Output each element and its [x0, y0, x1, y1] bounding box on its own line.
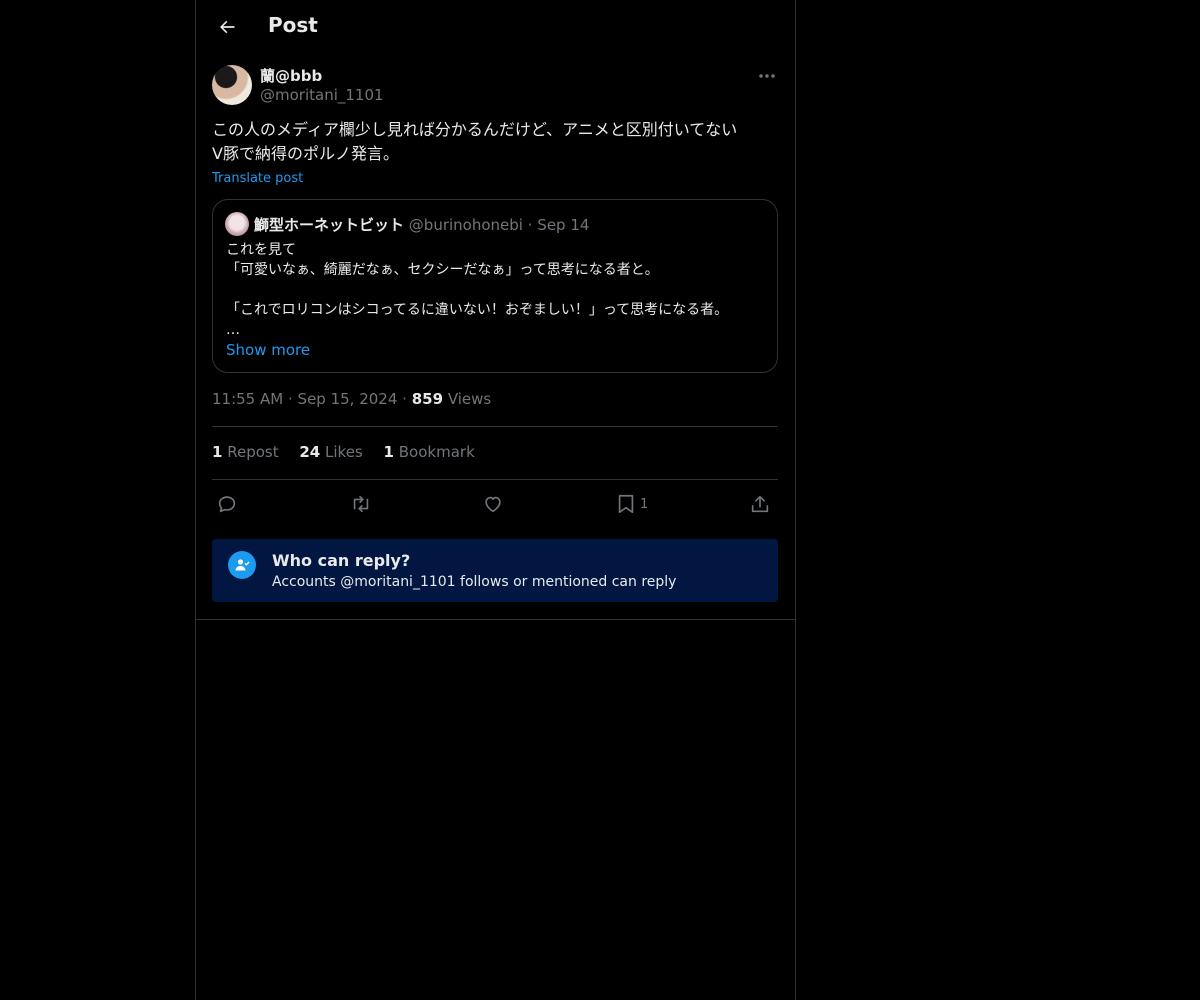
avatar[interactable] — [212, 65, 252, 105]
divider — [196, 619, 795, 620]
share-button[interactable] — [749, 492, 771, 516]
separator-dot: · — [287, 390, 293, 408]
separator-dot: · — [527, 216, 533, 234]
views-label: Views — [447, 390, 492, 408]
quoted-author-handle[interactable]: @burinohonebi — [409, 216, 523, 234]
more-options-button[interactable] — [755, 68, 779, 84]
repost-button[interactable] — [349, 492, 373, 516]
heart-icon — [485, 496, 501, 513]
translate-post-link[interactable]: Translate post — [212, 171, 303, 186]
post-time[interactable]: 11:55 AM — [212, 390, 283, 408]
page-header: Post — [196, 0, 795, 54]
likes-stat[interactable]: 24 Likes — [299, 443, 362, 461]
bookmarks-stat[interactable]: 1 Bookmark — [384, 443, 475, 461]
share-icon — [751, 495, 769, 513]
divider — [212, 479, 778, 480]
quoted-date[interactable]: Sep 14 — [537, 216, 589, 234]
post-stats: 1 Repost 24 Likes 1 Bookmark — [212, 443, 491, 461]
post-author: 蘭@bbb @moritani_1101 — [212, 64, 779, 108]
quoted-post[interactable]: 鰤型ホーネットビット @burinohonebi · Sep 14 これを見て … — [212, 199, 778, 373]
bookmarks-count: 1 — [383, 443, 394, 461]
back-button[interactable] — [212, 12, 242, 42]
mentioned-user-icon — [228, 551, 256, 579]
post-meta: 11:55 AM · Sep 15, 2024 · 859 Views — [212, 390, 491, 408]
reply-restriction-title: Who can reply? — [272, 551, 411, 570]
reposts-stat[interactable]: 1 Repost — [212, 443, 279, 461]
likes-count: 24 — [299, 443, 321, 461]
quoted-author-name[interactable]: 鰤型ホーネットビット — [254, 216, 404, 234]
author-handle[interactable]: @moritani_1101 — [260, 86, 384, 104]
reposts-label: Repost — [227, 443, 279, 461]
arrow-left-icon — [220, 20, 235, 34]
main-column: Post 蘭@bbb @moritani_1101 この人のメディア欄少し見れば… — [195, 0, 796, 1000]
reposts-count: 1 — [212, 443, 223, 461]
more-icon — [759, 74, 775, 78]
quoted-text: これを見て 「可愛いなぁ、綺麗だなぁ、セクシーだなぁ」って思考になる者と。 「こ… — [226, 242, 729, 338]
bookmark-icon — [618, 494, 634, 514]
reply-icon — [218, 496, 236, 513]
bookmarks-label: Bookmark — [398, 443, 475, 461]
like-button[interactable] — [482, 492, 504, 516]
author-name[interactable]: 蘭@bbb — [260, 65, 322, 86]
quoted-header: 鰤型ホーネットビット @burinohonebi · Sep 14 — [254, 214, 589, 235]
likes-label: Likes — [325, 443, 363, 461]
action-bar: 1 — [212, 489, 779, 519]
reply-restriction-subtitle: Accounts @moritani_1101 follows or menti… — [272, 574, 677, 590]
show-more-link[interactable]: Show more — [226, 341, 310, 359]
reply-restriction-banner: Who can reply? Accounts @moritani_1101 f… — [212, 539, 778, 602]
reply-button[interactable] — [216, 492, 238, 516]
post-date[interactable]: Sep 15, 2024 — [298, 390, 398, 408]
divider — [212, 426, 778, 427]
repost-icon — [353, 495, 369, 513]
bookmark-count: 1 — [640, 496, 649, 512]
views-count: 859 — [411, 390, 444, 408]
separator-dot: · — [402, 390, 407, 408]
post-text: この人のメディア欄少し見れば分かるんだけど、アニメと区別付いてない V豚で納得の… — [212, 120, 738, 163]
quoted-avatar[interactable] — [225, 212, 249, 236]
bookmark-button[interactable]: 1 — [616, 492, 648, 516]
page-title: Post — [268, 13, 318, 37]
